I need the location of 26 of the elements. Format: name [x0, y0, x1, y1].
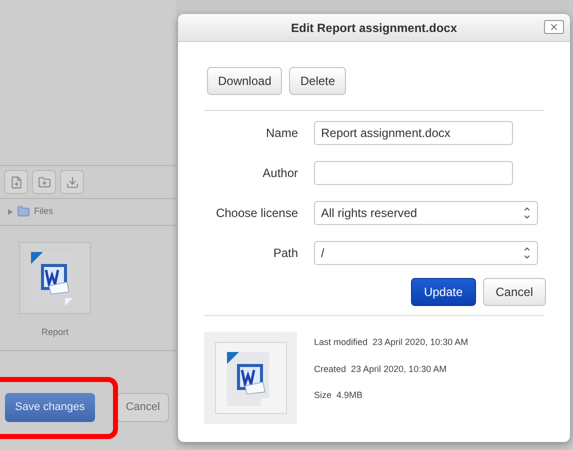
text-field[interactable] — [314, 161, 513, 185]
select-field[interactable]: All rights reserved — [314, 201, 538, 225]
dialog-title: Edit Report assignment.docx — [290, 20, 458, 36]
field-label: Path — [272, 245, 298, 262]
close-icon — [549, 22, 559, 32]
close-button[interactable] — [544, 20, 564, 34]
update-button[interactable]: Update — [410, 278, 476, 306]
cancel-button[interactable]: Cancel — [116, 393, 169, 422]
file-thumbnail[interactable] — [19, 242, 91, 314]
field-label: Name — [264, 125, 298, 142]
field-label: Choose license — [214, 205, 298, 222]
save-changes-button[interactable]: Save changes — [5, 393, 95, 422]
select-field[interactable]: / — [314, 241, 538, 265]
file-name: Report — [41, 326, 68, 339]
text-field[interactable]: Report assignment.docx — [314, 121, 513, 145]
download-icon[interactable] — [60, 170, 84, 194]
file-detail: Created 23 April 2020, 10:30 AM — [314, 362, 448, 376]
file-detail: Size 4.9MB — [314, 389, 364, 402]
download-button[interactable]: Download — [207, 67, 282, 95]
field-label: Author — [262, 165, 298, 182]
cancel-button[interactable]: Cancel — [482, 278, 546, 306]
delete-button[interactable]: Delete — [289, 67, 346, 95]
folder-plus-icon[interactable] — [32, 170, 56, 194]
file-plus-icon[interactable] — [4, 170, 28, 194]
file-detail: Last modified 23 April 2020, 10:30 AM — [314, 336, 468, 349]
folder-icon — [17, 205, 30, 218]
